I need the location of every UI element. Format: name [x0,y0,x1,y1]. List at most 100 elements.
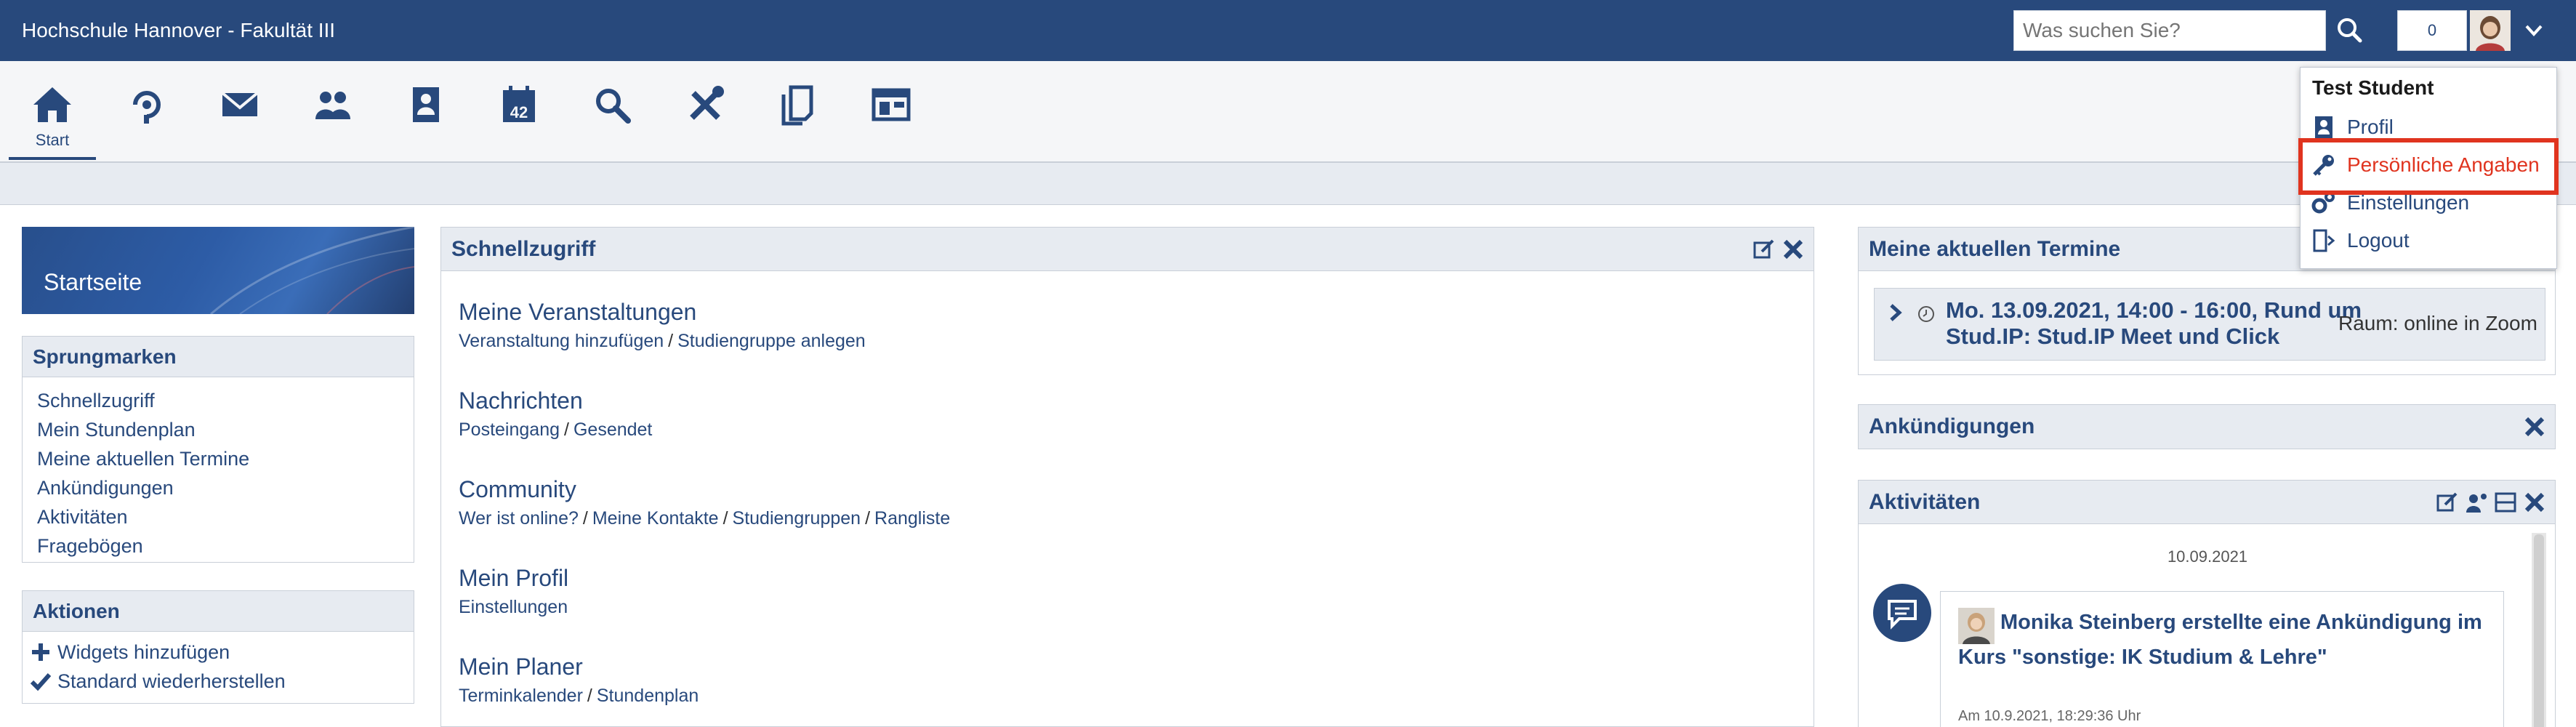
activity-text[interactable]: Monika Steinberg erstellte eine Ankündig… [1958,605,2496,675]
actions-title: Aktionen [23,591,414,632]
calendar-icon: 42 [503,86,535,122]
quick-section-title[interactable]: Meine Veranstaltungen [459,296,866,328]
search-icon [2338,18,2362,43]
highlight-box [2298,138,2559,195]
search-button[interactable] [2330,10,2370,51]
nav-tools[interactable] [661,61,749,160]
top-bar: Hochschule Hannover - Fakultät III 0 [0,0,2576,61]
nav-activity[interactable] [103,61,190,160]
activity-type-badge [1873,584,1931,642]
nav-profile[interactable] [382,61,470,160]
layout-icon [872,88,911,121]
quick-link[interactable]: Gesendet [573,419,652,440]
appointments-title: Meine aktuellen Termine [1869,237,2121,261]
notification-counter[interactable]: 0 [2397,10,2467,51]
quick-section-title[interactable]: Nachrichten [459,385,652,417]
activities-scrollbar[interactable] [2532,533,2546,727]
activity-date: 10.09.2021 [2167,547,2248,566]
appointment-entry[interactable]: Mo. 13.09.2021, 14:00 - 16:00, Rund um S… [1874,288,2545,361]
appointment-title[interactable]: Mo. 13.09.2021, 14:00 - 16:00, Rund um S… [1946,297,2382,350]
appointment-room: Raum: online in Zoom [2338,312,2537,334]
user-menu-toggle[interactable] [2519,16,2548,45]
quick-link[interactable]: Studiengruppe anlegen [677,331,866,351]
jump-link[interactable]: Schnellzugriff [37,386,414,415]
page-hero: Startseite [22,227,414,314]
announcement-icon [1888,600,1917,630]
quick-section-planner: Mein Planer Terminkalender / Stundenplan [459,651,699,709]
menu-item-label: Logout [2347,229,2410,252]
quick-link[interactable]: Einstellungen [459,597,568,617]
chevron-down-icon [2525,25,2543,36]
restore-default-link[interactable]: Standard wiederherstellen [23,667,414,696]
subnavigation-bar [0,163,2576,205]
quick-access-title: Schnellzugriff [451,237,596,261]
jump-link[interactable]: Fragebögen [37,531,414,561]
collapse-icon[interactable] [2494,491,2517,514]
quick-link[interactable]: Meine Kontakte [592,508,719,529]
menu-item-logout[interactable]: Logout [2311,222,2548,260]
edit-icon[interactable] [2436,491,2459,514]
jump-marks-title: Sprungmarken [23,337,414,377]
restore-default-label: Standard wiederherstellen [57,670,286,692]
quick-link[interactable]: Posteingang [459,419,560,440]
nav-start[interactable]: Start [9,61,96,160]
add-widgets-label: Widgets hinzufügen [57,641,230,663]
logout-icon [2313,229,2335,252]
quick-link[interactable]: Rangliste [874,508,950,529]
nav-courses[interactable] [754,61,842,160]
svg-text:42: 42 [510,103,528,121]
clock-icon [1918,306,1934,322]
site-title[interactable]: Hochschule Hannover - Fakultät III [22,16,335,45]
jump-link[interactable]: Mein Stundenplan [37,415,414,444]
main-navigation: Start 42 [0,61,2576,163]
quick-link[interactable]: Terminkalender [459,686,583,706]
activities-widget: Aktivitäten 10.09.2021 Monika Steinberg … [1858,480,2556,727]
quick-section-title[interactable]: Community [459,473,950,505]
quick-section-profile: Mein Profil Einstellungen [459,562,568,620]
documents-icon [781,85,813,126]
quick-section-title[interactable]: Mein Planer [459,651,699,683]
scrollbar-thumb[interactable] [2534,534,2544,727]
plus-icon [32,643,49,661]
user-settings-icon[interactable] [2465,491,2488,514]
nav-planner[interactable]: 42 [475,61,563,160]
jump-link[interactable]: Ankündigungen [37,473,414,502]
tools-icon [690,86,724,120]
activity-icon [133,91,161,124]
activities-title: Aktivitäten [1869,490,1981,514]
activity-time: Am 10.9.2021, 18:29:36 Uhr [1958,708,2141,724]
close-icon[interactable] [1782,238,1805,261]
jump-link[interactable]: Aktivitäten [37,502,414,531]
close-icon[interactable] [2523,491,2546,514]
nav-community[interactable] [289,61,377,160]
page-title: Startseite [44,269,142,295]
nav-start-label: Start [35,131,70,149]
quick-access-widget: Schnellzugriff Meine Veranstaltungen Ver… [440,227,1814,727]
quick-section-title[interactable]: Mein Profil [459,562,568,594]
nav-admin[interactable] [848,61,935,160]
menu-item-label: Profil [2347,116,2394,138]
profile-icon [413,87,439,122]
announcements-widget: Ankündigungen [1858,404,2556,449]
jump-link[interactable]: Meine aktuellen Termine [37,444,414,473]
quick-link[interactable]: Veranstaltung hinzufügen [459,331,664,351]
avatar[interactable] [2470,10,2511,51]
close-icon[interactable] [2523,415,2546,438]
jump-marks-box: Sprungmarken Schnellzugriff Mein Stunden… [22,336,414,563]
nav-search[interactable] [568,61,656,160]
edit-icon[interactable] [1752,238,1776,261]
quick-section-messages: Nachrichten Posteingang / Gesendet [459,385,652,443]
search-icon [596,89,631,124]
people-icon [315,92,350,119]
quick-section-courses: Meine Veranstaltungen Veranstaltung hinz… [459,296,866,354]
quick-link[interactable]: Studiengruppen [733,508,861,529]
nav-messages[interactable] [196,61,283,160]
quick-link[interactable]: Stundenplan [597,686,699,706]
quick-link[interactable]: Wer ist online? [459,508,579,529]
add-widgets-link[interactable]: Widgets hinzufügen [23,638,414,667]
profile-icon [2315,116,2333,138]
avatar-image-icon [2470,10,2511,51]
search-input[interactable] [2013,10,2326,51]
activity-item: Monika Steinberg erstellte eine Ankündig… [1940,591,2504,727]
mail-icon [221,92,259,116]
